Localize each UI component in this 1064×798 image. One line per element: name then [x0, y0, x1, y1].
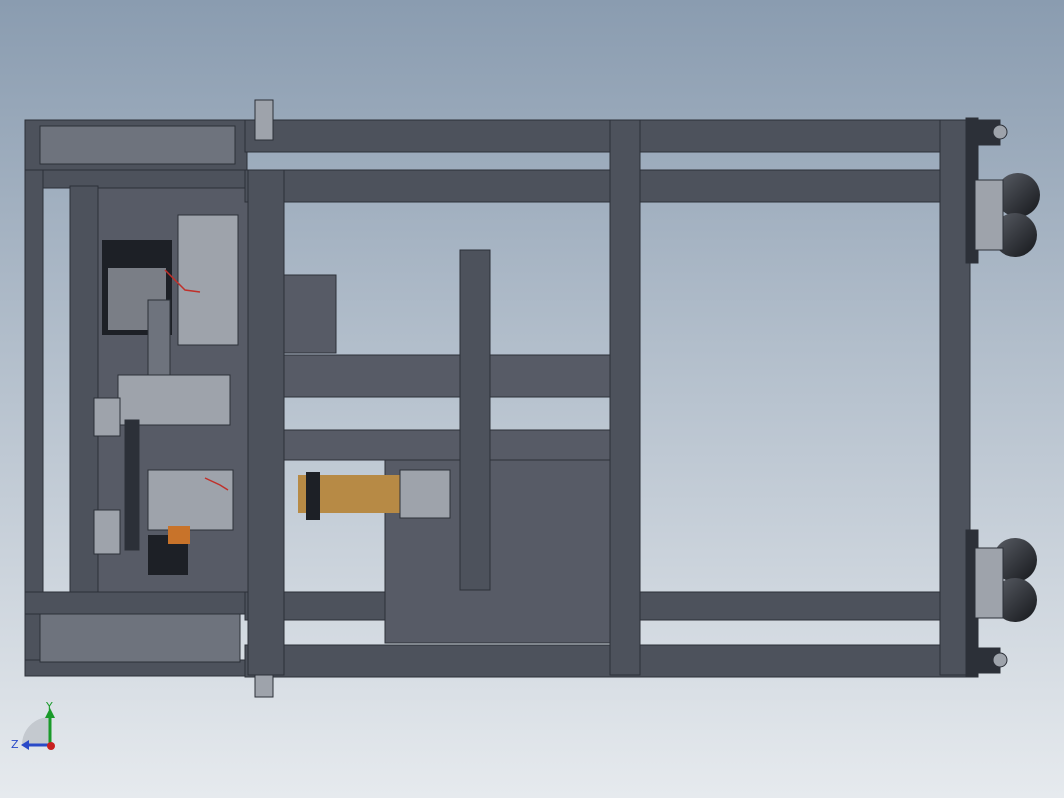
table-vertical-post: [459, 249, 491, 591]
actuator-block-middle: [117, 374, 231, 426]
pin-cluster: [399, 469, 451, 519]
motor-cover: [283, 274, 337, 354]
main-center-post: [609, 119, 641, 676]
cad-model-canvas[interactable]: Y Z: [0, 0, 1064, 798]
caster-fork: [974, 547, 1004, 619]
top-hinge-knob: [254, 99, 274, 141]
actuator-block-lower: [147, 469, 234, 531]
bracket-plate: [147, 299, 171, 381]
left-base-plate: [39, 613, 241, 663]
main-top-rail: [244, 119, 971, 153]
feeder-mechanism-assembly[interactable]: [93, 187, 249, 593]
bottom-foot-clamp: [254, 674, 274, 698]
rotary-hub: [306, 472, 320, 520]
main-upper-rail: [244, 169, 971, 203]
left-bottom-rail: [24, 591, 256, 615]
table-crossbeam-upper: [283, 354, 611, 398]
caster-fork: [974, 179, 1004, 251]
table-crossbeam-lower: [283, 429, 611, 461]
clamp-left-upper: [93, 397, 121, 437]
caster-bolt-bottom: [992, 652, 1008, 668]
caster-bolt-top: [992, 124, 1008, 140]
cad-graphics-viewport[interactable]: Y Z: [0, 0, 1064, 798]
triad-z-label: Z: [11, 738, 19, 751]
main-bottom-rail: [244, 644, 971, 678]
triad-origin-x: [47, 742, 55, 750]
left-mid-rail: [24, 169, 256, 189]
clamp-left-lower: [93, 509, 121, 555]
slide-rail-vertical: [124, 419, 140, 551]
triad-y-label: Y: [45, 700, 53, 713]
main-left-post: [247, 169, 285, 676]
left-top-rail-inner: [39, 125, 236, 165]
motor-bracket-orange: [168, 526, 190, 544]
cylinder-block-upper: [177, 214, 239, 346]
